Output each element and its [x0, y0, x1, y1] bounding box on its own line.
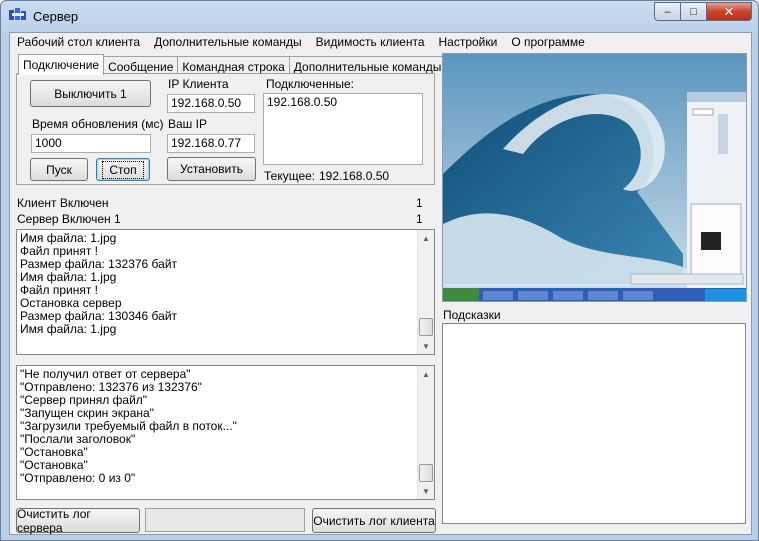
server-log[interactable]: Имя файла: 1.jpg Файл принят ! Размер фа… [16, 229, 435, 355]
server-log-scrollbar[interactable]: ▲ ▼ [417, 230, 434, 354]
scroll-down-icon[interactable]: ▼ [418, 338, 434, 354]
connected-list-item[interactable]: 192.168.0.50 [267, 95, 419, 109]
server-status-value: 1 [416, 212, 423, 226]
menu-settings[interactable]: Настройки [432, 33, 505, 51]
stop-button[interactable]: Стоп [96, 158, 150, 181]
client-log-lines: "Не получил ответ от сервера" "Отправлен… [17, 366, 434, 485]
maximize-button[interactable]: □ [681, 2, 707, 21]
client-ip-field[interactable]: 192.168.0.50 [167, 94, 255, 113]
close-button[interactable]: ✕ [707, 2, 752, 21]
log-line: "Отправлено: 0 из 0" [20, 471, 136, 485]
tab-additional-commands[interactable]: Дополнительные команды [288, 56, 447, 74]
disable-button-label: Выключить 1 [54, 86, 127, 101]
client-log[interactable]: "Не получил ответ от сервера" "Отправлен… [16, 365, 435, 500]
current-value: 192.168.0.50 [319, 169, 390, 183]
update-time-field[interactable]: 1000 [31, 134, 151, 153]
clear-client-log-button[interactable]: Очистить лог клиента [312, 508, 436, 533]
menu-additional-commands[interactable]: Дополнительные команды [147, 33, 309, 51]
disable-button[interactable]: Выключить 1 [30, 80, 151, 107]
scroll-thumb[interactable] [419, 464, 433, 482]
wave-wallpaper [443, 54, 746, 301]
connected-list[interactable]: 192.168.0.50 [263, 93, 423, 165]
log-line: Имя файла: 1.jpg [20, 322, 117, 336]
scroll-up-icon[interactable]: ▲ [418, 366, 434, 382]
app-window: Сервер ‒ □ ✕ Рабочий стол клиента Дополн… [0, 0, 759, 541]
clear-client-log-label: Очистить лог клиента [313, 513, 435, 528]
client-status-label: Клиент Включен [17, 196, 109, 210]
client-screen-preview[interactable] [442, 53, 747, 302]
menu-client-visibility[interactable]: Видимость клиента [309, 33, 432, 51]
window-controls: ‒ □ ✕ [654, 2, 752, 21]
set-button-label: Установить [180, 162, 243, 176]
window-title: Сервер [33, 9, 79, 24]
tab-connection[interactable]: Подключение [18, 54, 105, 75]
menu-about[interactable]: О программе [504, 33, 591, 51]
client-log-scrollbar[interactable]: ▲ ▼ [417, 366, 434, 499]
clear-server-log-button[interactable]: Очистить лог сервера [16, 506, 140, 535]
client-ip-label: IP Клиента [168, 77, 229, 91]
title-bar[interactable]: Сервер ‒ □ ✕ [1, 1, 758, 31]
tab-command-line[interactable]: Командная строка [177, 56, 290, 74]
connected-label: Подключенные: [266, 77, 354, 91]
server-log-lines: Имя файла: 1.jpg Файл принят ! Размер фа… [17, 230, 434, 336]
connection-panel: Выключить 1 Время обновления (мс) 1000 П… [16, 73, 435, 185]
your-ip-label: Ваш IP [168, 117, 207, 131]
hints-panel[interactable] [442, 323, 746, 524]
menu-client-desktop[interactable]: Рабочий стол клиента [10, 33, 147, 51]
client-status-value: 1 [416, 196, 423, 210]
server-status-label: Сервер Включен 1 [17, 212, 121, 226]
scroll-thumb[interactable] [419, 318, 433, 336]
stop-button-label: Стоп [102, 160, 144, 179]
minimize-button[interactable]: ‒ [654, 2, 681, 21]
clear-server-log-label: Очистить лог сервера [17, 506, 91, 535]
current-label: Текущее: [264, 169, 316, 183]
hints-label: Подсказки [443, 308, 501, 322]
menu-bar: Рабочий стол клиента Дополнительные кома… [10, 33, 751, 51]
status-box [145, 508, 305, 532]
maximize-icon: □ [690, 5, 697, 18]
your-ip-field[interactable]: 192.168.0.77 [167, 134, 255, 153]
minimize-icon: ‒ [664, 5, 671, 18]
tab-message[interactable]: Сообщение [103, 56, 179, 74]
app-icon [9, 8, 26, 20]
close-icon: ✕ [723, 3, 735, 19]
start-button[interactable]: Пуск [30, 158, 88, 181]
tab-strip: Подключение Сообщение Командная строка Д… [18, 54, 447, 75]
client-area: Рабочий стол клиента Дополнительные кома… [9, 32, 752, 535]
scroll-up-icon[interactable]: ▲ [418, 230, 434, 246]
start-button-label: Пуск [46, 162, 72, 177]
set-button[interactable]: Установить [167, 157, 256, 181]
update-time-label: Время обновления (мс) [32, 117, 164, 131]
scroll-down-icon[interactable]: ▼ [418, 483, 434, 499]
